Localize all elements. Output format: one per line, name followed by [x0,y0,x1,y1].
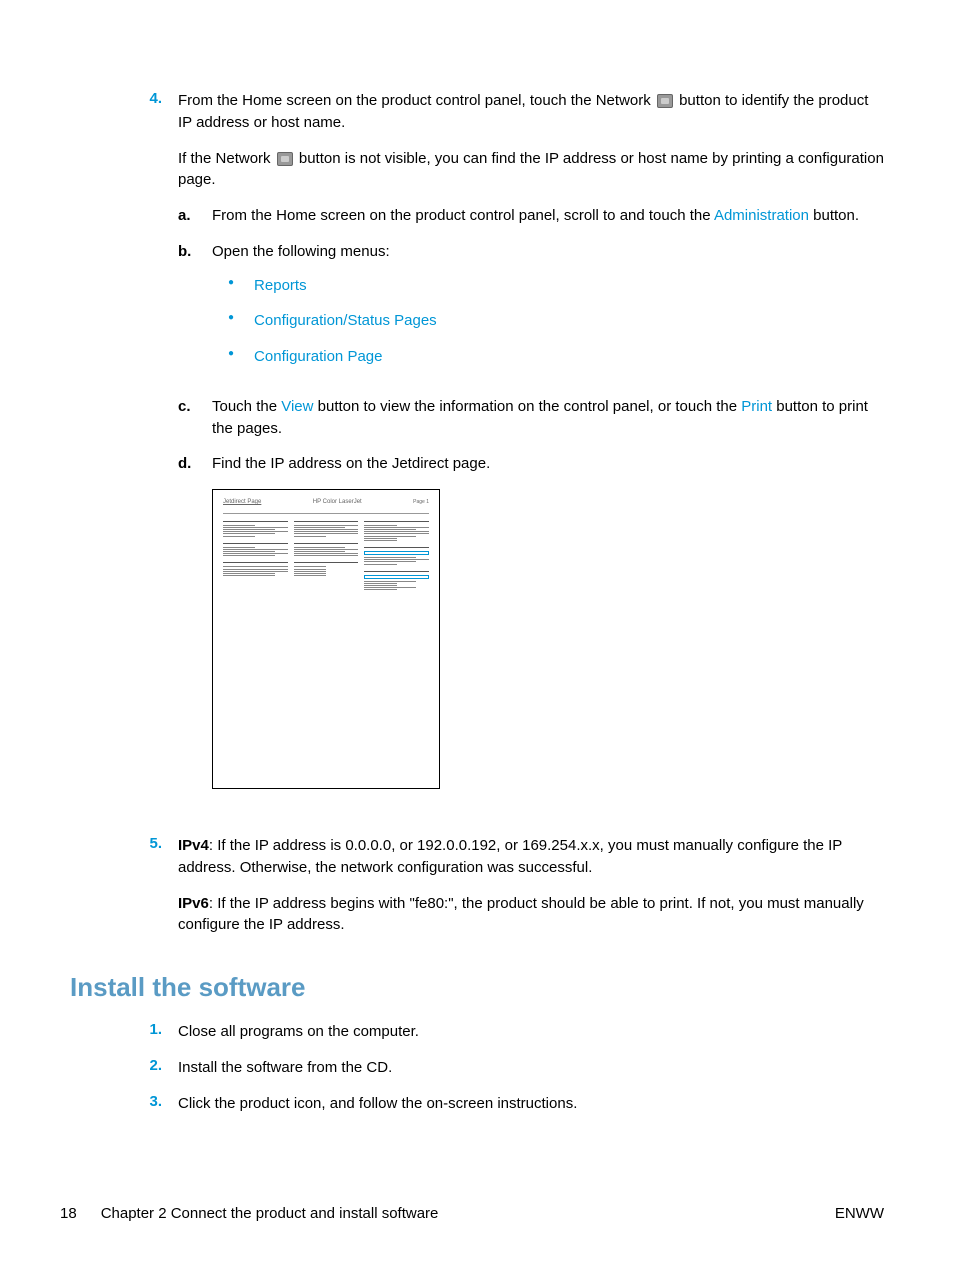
section-heading: Install the software [70,972,884,1003]
substep-a: a. From the Home screen on the product c… [178,205,884,227]
substep-c: c. Touch the View button to view the inf… [178,396,884,440]
bullet-item: ●Reports [228,275,884,297]
page-number: 18 [60,1205,77,1222]
step-4: 4. From the Home screen on the product c… [140,90,884,821]
footer-right: ENWW [835,1205,884,1222]
ip-highlight-box [364,575,429,579]
menu-bullets: ●Reports ●Configuration/Status Pages ●Co… [212,275,884,368]
jd-model: HP Color LaserJet [313,498,362,507]
install-step: 2. Install the software from the CD. [140,1057,884,1079]
jd-page: Page 1 [413,499,429,506]
step4-p1: From the Home screen on the product cont… [178,90,884,134]
install-step: 1. Close all programs on the computer. [140,1021,884,1043]
substep-d: d. Find the IP address on the Jetdirect … [178,453,884,807]
print-link[interactable]: Print [741,398,772,415]
step-5: 5. IPv4: If the IP address is 0.0.0.0, o… [140,835,884,950]
install-step: 3. Click the product icon, and follow th… [140,1093,884,1115]
step4-p2: If the Network button is not visible, yo… [178,148,884,192]
page-footer: 18 Chapter 2 Connect the product and ins… [60,1205,884,1222]
bullet-item: ●Configuration Page [228,346,884,368]
bullet-item: ●Configuration/Status Pages [228,310,884,332]
main-content: 4. From the Home screen on the product c… [60,90,884,950]
jd-title: Jetdirect Page [223,498,261,507]
install-steps: 1. Close all programs on the computer. 2… [60,1021,884,1114]
step-body: From the Home screen on the product cont… [178,90,884,821]
ip-highlight-box [364,551,429,555]
bullet-icon: ● [228,275,254,297]
step-number: 4. [140,90,178,821]
jetdirect-figure: Jetdirect Page HP Color LaserJet Page 1 [212,489,440,789]
network-icon [277,152,293,166]
chapter-title: Chapter 2 Connect the product and instal… [101,1205,439,1222]
bullet-icon: ● [228,310,254,332]
network-icon [657,94,673,108]
administration-link[interactable]: Administration [714,207,809,224]
view-link[interactable]: View [281,398,313,415]
step-number: 5. [140,835,178,950]
ipv6-text: IPv6: If the IP address begins with "fe8… [178,893,884,937]
substep-b: b. Open the following menus: ●Reports ●C… [178,241,884,382]
bullet-icon: ● [228,346,254,368]
step-body: IPv4: If the IP address is 0.0.0.0, or 1… [178,835,884,950]
ipv4-text: IPv4: If the IP address is 0.0.0.0, or 1… [178,835,884,879]
